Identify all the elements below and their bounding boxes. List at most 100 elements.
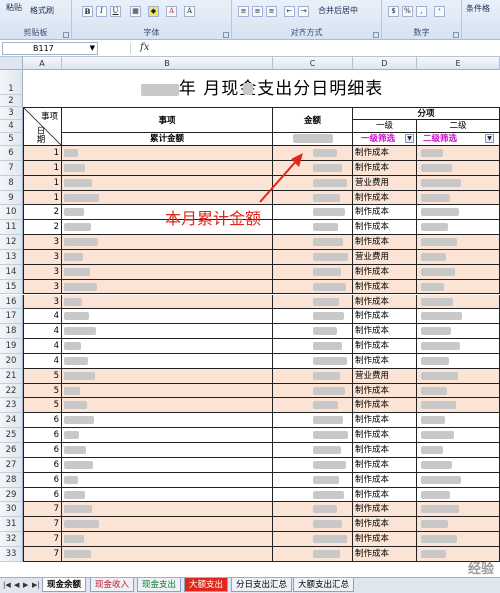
event-cell[interactable] [62,146,273,161]
level1-cell[interactable]: 制作成本 [353,546,417,562]
event-cell[interactable] [62,413,273,429]
level1-cell[interactable]: 制作成本 [353,339,417,354]
day-cell[interactable]: 6 [23,413,62,429]
day-cell[interactable]: 6 [23,443,62,458]
level1-cell[interactable]: 制作成本 [353,324,417,340]
level1-cell[interactable]: 制作成本 [353,220,417,236]
column-header-d[interactable]: D [353,57,417,70]
amount-cell[interactable] [273,517,353,533]
event-cell[interactable] [62,517,273,533]
day-cell[interactable]: 6 [23,472,62,488]
amount-cell[interactable] [273,398,353,414]
level1-cell[interactable]: 制作成本 [353,146,417,161]
row-header[interactable]: 16 [0,294,23,310]
amount-cell[interactable] [273,413,353,429]
level2-cell[interactable] [417,472,500,488]
day-cell[interactable]: 4 [23,353,62,369]
level2-cell[interactable] [417,502,500,518]
indent-icon[interactable]: ⇤ [284,6,295,17]
row-header[interactable]: 17 [0,309,23,325]
row-header[interactable]: 15 [0,279,23,295]
day-cell[interactable]: 1 [23,190,62,206]
day-cell[interactable]: 7 [23,546,62,562]
row-header[interactable]: 3 [0,107,23,120]
amount-cell[interactable] [273,235,353,250]
row-header[interactable]: 18 [0,324,23,340]
amount-cell[interactable] [273,368,353,384]
level1-cell[interactable]: 制作成本 [353,353,417,369]
day-cell[interactable]: 1 [23,146,62,161]
level2-cell[interactable] [417,264,500,280]
tab-cash-expense[interactable]: 现金支出 [137,578,182,592]
align-left-icon[interactable]: ≡ [238,6,249,17]
amount-cell[interactable] [273,353,353,369]
row-header[interactable]: 21 [0,368,23,384]
level1-cell[interactable]: 制作成本 [353,294,417,310]
insert-function-button[interactable]: fx [140,42,149,53]
level1-cell[interactable]: 制作成本 [353,487,417,503]
event-cell[interactable] [62,457,273,473]
amount-cell[interactable] [273,339,353,354]
amount-cell[interactable] [273,264,353,280]
row-header[interactable]: 30 [0,502,23,518]
header-category[interactable]: 分项 [353,107,500,120]
tab-large-summary[interactable]: 大额支出汇总 [293,578,355,592]
comma-button[interactable]: , [416,6,427,17]
level1-cell[interactable]: 制作成本 [353,190,417,206]
day-cell[interactable]: 7 [23,532,62,547]
row-header[interactable]: 25 [0,428,23,443]
level2-cell[interactable] [417,309,500,325]
bold-button[interactable]: B [82,6,93,17]
row-header[interactable]: 22 [0,383,23,399]
level2-cell[interactable] [417,279,500,295]
header-amount[interactable]: 金额 [273,107,353,133]
day-cell[interactable]: 1 [23,175,62,191]
level2-cell[interactable] [417,175,500,191]
row-header[interactable]: 8 [0,175,23,191]
amount-cell[interactable] [273,443,353,458]
level2-cell[interactable] [417,517,500,533]
level1-cell[interactable]: 制作成本 [353,472,417,488]
level2-cell[interactable] [417,249,500,265]
underline-button[interactable]: U [110,6,121,17]
level2-cell[interactable] [417,383,500,399]
day-cell[interactable]: 6 [23,487,62,503]
day-cell[interactable]: 4 [23,339,62,354]
row-header[interactable]: 23 [0,398,23,414]
row-header[interactable]: 20 [0,353,23,369]
event-cell[interactable] [62,175,273,191]
level1-cell[interactable]: 制作成本 [353,205,417,221]
day-cell[interactable]: 5 [23,368,62,384]
column-header-c[interactable]: C [273,57,353,70]
event-cell[interactable] [62,309,273,325]
alignment-launcher-icon[interactable] [373,32,379,38]
column-header-b[interactable]: B [62,57,273,70]
amount-cell[interactable] [273,383,353,399]
row-header[interactable]: 11 [0,220,23,236]
level1-cell[interactable]: 制作成本 [353,443,417,458]
event-cell[interactable] [62,487,273,503]
font-launcher-icon[interactable] [223,32,229,38]
level1-cell[interactable]: 制作成本 [353,502,417,518]
row-header[interactable]: 7 [0,160,23,176]
level1-cell[interactable]: 制作成本 [353,160,417,176]
row-header[interactable]: 32 [0,532,23,547]
amount-cell[interactable] [273,205,353,221]
row-header[interactable]: 24 [0,413,23,429]
number-launcher-icon[interactable] [453,32,459,38]
day-cell[interactable]: 4 [23,309,62,325]
select-all-button[interactable] [0,57,23,70]
day-cell[interactable]: 3 [23,249,62,265]
level1-cell[interactable]: 制作成本 [353,532,417,547]
day-cell[interactable]: 4 [23,324,62,340]
level2-cell[interactable] [417,487,500,503]
format-painter-button[interactable]: 格式刷 [30,6,54,16]
merge-center-button[interactable]: 合并后居中 [318,6,358,16]
header-event-day-cell[interactable]: 事项 日期 [23,107,62,146]
tab-daily-summary[interactable]: 分日支出汇总 [231,578,293,592]
amount-cell[interactable] [273,428,353,443]
event-cell[interactable] [62,264,273,280]
filter1-dropdown-icon[interactable]: ▼ [405,134,414,143]
event-cell[interactable] [62,339,273,354]
level1-cell[interactable]: 制作成本 [353,428,417,443]
